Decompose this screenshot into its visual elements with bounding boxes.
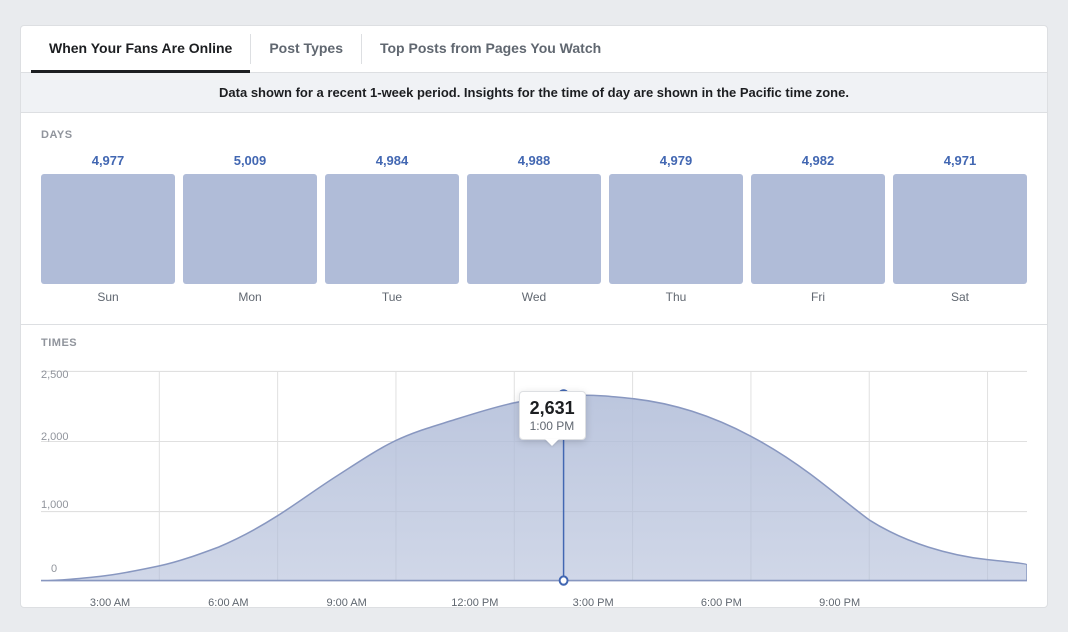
day-bar xyxy=(751,174,885,284)
y-label-2000: 2,000 xyxy=(41,431,69,443)
day-column-mon: 5,009 Mon xyxy=(183,153,317,304)
day-column-thu: 4,979 Thu xyxy=(609,153,743,304)
x-label-9am: 9:00 AM xyxy=(326,597,366,608)
day-bar xyxy=(41,174,175,284)
tab-post-types[interactable]: Post Types xyxy=(251,26,361,73)
times-section: TIMES xyxy=(21,324,1047,607)
x-label-6pm: 6:00 PM xyxy=(701,597,742,608)
day-bar xyxy=(609,174,743,284)
day-name: Wed xyxy=(522,290,546,304)
x-label-6am: 6:00 AM xyxy=(208,597,248,608)
times-label: TIMES xyxy=(41,337,1027,349)
day-count: 4,988 xyxy=(518,153,551,168)
times-chart xyxy=(41,361,1027,591)
day-bar xyxy=(467,174,601,284)
tab-top-posts[interactable]: Top Posts from Pages You Watch xyxy=(362,26,619,73)
day-count: 4,971 xyxy=(944,153,977,168)
day-count: 5,009 xyxy=(234,153,267,168)
x-label-9pm: 9:00 PM xyxy=(819,597,860,608)
day-column-wed: 4,988 Wed xyxy=(467,153,601,304)
day-column-fri: 4,982 Fri xyxy=(751,153,885,304)
day-name: Tue xyxy=(382,290,402,304)
day-name: Fri xyxy=(811,290,825,304)
day-count: 4,979 xyxy=(660,153,693,168)
day-bar xyxy=(325,174,459,284)
day-count: 4,982 xyxy=(802,153,835,168)
day-column-sun: 4,977 Sun xyxy=(41,153,175,304)
day-bar xyxy=(183,174,317,284)
y-label-0: 0 xyxy=(51,563,57,575)
days-section: DAYS 4,977Sun5,009Mon4,984Tue4,988Wed4,9… xyxy=(21,113,1047,324)
day-name: Mon xyxy=(238,290,261,304)
insights-card: When Your Fans Are Online Post Types Top… xyxy=(20,25,1048,608)
tab-fans-online[interactable]: When Your Fans Are Online xyxy=(31,26,250,73)
chart-area: 2,500 2,000 1,000 0 3:00 AM 6:00 AM 9:00… xyxy=(41,361,1027,591)
days-grid: 4,977 Sun 5,009 Mon 4,984 Tue 4,988 Wed 4,979 Thu… xyxy=(41,153,1027,304)
info-bar: Data shown for a recent 1-week period. I… xyxy=(21,73,1047,113)
y-label-1000: 1,000 xyxy=(41,499,69,511)
day-count: 4,984 xyxy=(376,153,409,168)
tab-bar: When Your Fans Are Online Post Types Top… xyxy=(21,26,1047,73)
day-count: 4,977 xyxy=(92,153,125,168)
day-name: Sun xyxy=(97,290,118,304)
x-label-12pm: 12:00 PM xyxy=(451,597,498,608)
day-column-tue: 4,984 Tue xyxy=(325,153,459,304)
days-label: DAYS xyxy=(41,129,1027,141)
x-label-3pm: 3:00 PM xyxy=(573,597,614,608)
day-name: Thu xyxy=(666,290,687,304)
y-label-2500: 2,500 xyxy=(41,369,69,381)
day-bar xyxy=(893,174,1027,284)
x-label-3am: 3:00 AM xyxy=(90,597,130,608)
day-name: Sat xyxy=(951,290,969,304)
day-column-sat: 4,971 Sat xyxy=(893,153,1027,304)
